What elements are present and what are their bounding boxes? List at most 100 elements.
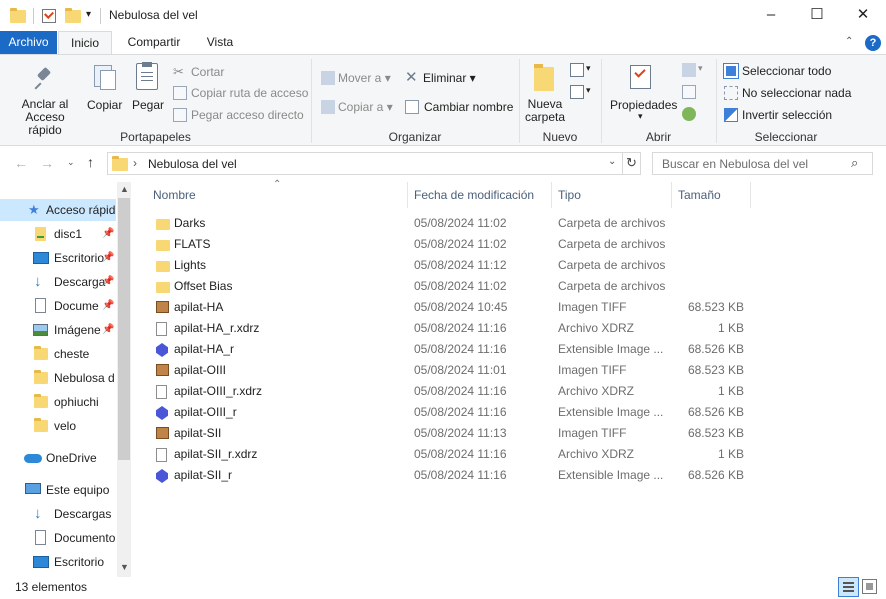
paste-button[interactable]: Pegar bbox=[132, 98, 164, 112]
new-item-icon[interactable] bbox=[570, 63, 584, 77]
table-row[interactable]: Offset Bias 05/08/2024 11:02 Carpeta de ar… bbox=[151, 276, 751, 297]
column-divider[interactable] bbox=[407, 182, 408, 208]
scroll-thumb[interactable] bbox=[118, 198, 130, 460]
search-icon[interactable]: ⌕ bbox=[851, 155, 858, 171]
table-row[interactable]: FLATS 05/08/2024 11:02 Carpeta de archivos bbox=[151, 234, 751, 255]
tab-archivo[interactable]: Archivo bbox=[0, 31, 57, 55]
copy-to-button[interactable]: Copiar a ▾ bbox=[338, 100, 393, 114]
easy-access-icon[interactable] bbox=[570, 85, 584, 99]
nav-item-documents[interactable]: Docume 📌 bbox=[0, 295, 116, 317]
nav-item-nebulosa[interactable]: Nebulosa d bbox=[0, 367, 116, 389]
easy-access-dropdown-icon[interactable]: ▾ bbox=[586, 85, 591, 96]
collapse-ribbon-icon[interactable]: ⌃ bbox=[845, 36, 853, 47]
properties-quick-icon[interactable] bbox=[42, 9, 56, 23]
new-item-dropdown-icon[interactable]: ▾ bbox=[586, 63, 591, 74]
pinned-icon: 📌 bbox=[102, 300, 115, 311]
history-icon[interactable] bbox=[682, 107, 696, 121]
nav-item-ophiuchi[interactable]: ophiuchi bbox=[0, 391, 116, 413]
nav-item-pictures[interactable]: Imágene 📌 bbox=[0, 319, 116, 341]
select-none-button[interactable]: No seleccionar nada bbox=[742, 86, 851, 100]
paste-shortcut-button[interactable]: Pegar acceso directo bbox=[191, 108, 304, 122]
tab-inicio[interactable]: Inicio bbox=[58, 31, 112, 55]
search-input[interactable]: Buscar en Nebulosa del vel ⌕ bbox=[652, 152, 873, 175]
table-row[interactable]: apilat-SII 05/08/2024 11:13 Imagen TIFF 68.… bbox=[151, 423, 751, 444]
pinned-icon: 📌 bbox=[102, 228, 115, 239]
forward-icon[interactable]: → bbox=[40, 155, 54, 171]
nav-item-desktop-pc[interactable]: Escritorio bbox=[0, 551, 116, 573]
table-row[interactable]: apilat-HA 05/08/2024 10:45 Imagen TIFF 68.5… bbox=[151, 297, 751, 318]
nav-item-quick-access[interactable]: ★ Acceso rápid bbox=[0, 199, 116, 221]
download-icon: ↓ bbox=[34, 505, 42, 522]
invert-selection-button[interactable]: Invertir selección bbox=[742, 108, 832, 122]
large-icons-view-icon[interactable] bbox=[862, 579, 877, 594]
table-row[interactable]: apilat-OIII_r 05/08/2024 11:16 Extensible … bbox=[151, 402, 751, 423]
open-icon[interactable] bbox=[682, 63, 696, 77]
divider bbox=[33, 8, 34, 24]
folder-icon bbox=[156, 261, 170, 272]
column-header-type[interactable]: Tipo bbox=[558, 188, 581, 202]
scroll-up-icon[interactable]: ▲ bbox=[120, 184, 129, 194]
delete-button[interactable]: Eliminar ▾ bbox=[423, 71, 476, 85]
rename-button[interactable]: Cambiar nombre bbox=[424, 100, 513, 114]
column-header-date[interactable]: Fecha de modificación bbox=[414, 188, 534, 202]
move-to-button[interactable]: Mover a ▾ bbox=[338, 71, 391, 85]
back-icon[interactable]: ← bbox=[14, 155, 28, 171]
nav-item-disc1[interactable]: disc1 📌 bbox=[0, 223, 116, 245]
up-icon[interactable]: ↑ bbox=[87, 154, 94, 170]
minimize-button[interactable]: – bbox=[748, 0, 794, 31]
chevron-down-icon[interactable]: ⌄ bbox=[608, 156, 616, 167]
file-name: apilat-HA bbox=[174, 300, 224, 314]
properties-button[interactable]: Propiedades bbox=[610, 98, 677, 112]
open-dropdown-icon[interactable]: ▾ bbox=[698, 63, 703, 74]
computer-icon bbox=[25, 483, 41, 494]
breadcrumb[interactable]: Nebulosa del vel bbox=[148, 157, 237, 171]
help-icon[interactable]: ? bbox=[865, 35, 881, 51]
table-row[interactable]: apilat-SII_r.xdrz 05/08/2024 11:16 Archivo… bbox=[151, 444, 751, 465]
nav-item-downloads-pc[interactable]: ↓ Descargas bbox=[0, 503, 116, 525]
scroll-down-icon[interactable]: ▼ bbox=[120, 562, 129, 572]
column-header-name[interactable]: Nombre bbox=[153, 188, 196, 202]
nav-item-velo[interactable]: velo bbox=[0, 415, 116, 437]
table-row[interactable]: Lights 05/08/2024 11:12 Carpeta de archivo… bbox=[151, 255, 751, 276]
nav-scrollbar[interactable]: ▲ ▼ bbox=[117, 182, 131, 577]
tiff-image-icon bbox=[156, 427, 169, 439]
file-type: Carpeta de archivos bbox=[558, 258, 666, 272]
recent-locations-icon[interactable]: ⌄ bbox=[67, 157, 75, 168]
nav-item-this-pc[interactable]: Este equipo bbox=[0, 479, 116, 501]
details-view-icon[interactable] bbox=[838, 577, 859, 597]
nav-item-onedrive[interactable]: OneDrive bbox=[0, 447, 116, 469]
new-folder-quick-icon[interactable] bbox=[65, 8, 81, 23]
tab-vista[interactable]: Vista bbox=[195, 31, 245, 55]
column-divider[interactable] bbox=[750, 182, 751, 208]
copy-path-button[interactable]: Copiar ruta de acceso bbox=[191, 86, 308, 100]
edit-icon[interactable] bbox=[682, 85, 696, 99]
column-divider[interactable] bbox=[671, 182, 672, 208]
table-row[interactable]: apilat-HA_r.xdrz 05/08/2024 11:16 Archivo … bbox=[151, 318, 751, 339]
maximize-button[interactable]: ☐ bbox=[794, 0, 840, 31]
new-folder-button[interactable]: Nueva carpeta bbox=[524, 98, 566, 124]
nav-item-cheste[interactable]: cheste bbox=[0, 343, 116, 365]
folder-icon bbox=[34, 346, 48, 360]
cut-button[interactable]: Cortar bbox=[191, 65, 224, 79]
nav-item-documents-pc[interactable]: Documento bbox=[0, 527, 116, 549]
select-all-icon bbox=[723, 63, 739, 79]
select-all-button[interactable]: Seleccionar todo bbox=[742, 64, 831, 78]
table-row[interactable]: apilat-OIII 05/08/2024 11:01 Imagen TIFF 68… bbox=[151, 360, 751, 381]
search-placeholder: Buscar en Nebulosa del vel bbox=[662, 157, 809, 171]
properties-dropdown-icon[interactable]: ▾ bbox=[638, 111, 643, 122]
refresh-icon[interactable]: ↻ bbox=[626, 155, 637, 171]
close-button[interactable]: ✕ bbox=[840, 0, 886, 31]
column-header-size[interactable]: Tamaño bbox=[678, 188, 721, 202]
nav-item-downloads[interactable]: ↓ Descarga 📌 bbox=[0, 271, 116, 293]
tab-compartir[interactable]: Compartir bbox=[116, 31, 192, 55]
customize-quick-access-icon[interactable]: ▾ bbox=[86, 9, 91, 20]
table-row[interactable]: Darks 05/08/2024 11:02 Carpeta de archivos bbox=[151, 213, 751, 234]
address-field[interactable]: › Nebulosa del vel ⌄ ↻ bbox=[107, 152, 641, 175]
table-row[interactable]: apilat-OIII_r.xdrz 05/08/2024 11:16 Archiv… bbox=[151, 381, 751, 402]
nav-item-desktop[interactable]: Escritorio 📌 bbox=[0, 247, 116, 269]
column-divider[interactable] bbox=[551, 182, 552, 208]
copy-button[interactable]: Copiar bbox=[87, 98, 122, 112]
table-row[interactable]: apilat-HA_r 05/08/2024 11:16 Extensible Im… bbox=[151, 339, 751, 360]
scissors-icon: ✂ bbox=[173, 64, 184, 79]
table-row[interactable]: apilat-SII_r 05/08/2024 11:16 Extensible I… bbox=[151, 465, 751, 486]
